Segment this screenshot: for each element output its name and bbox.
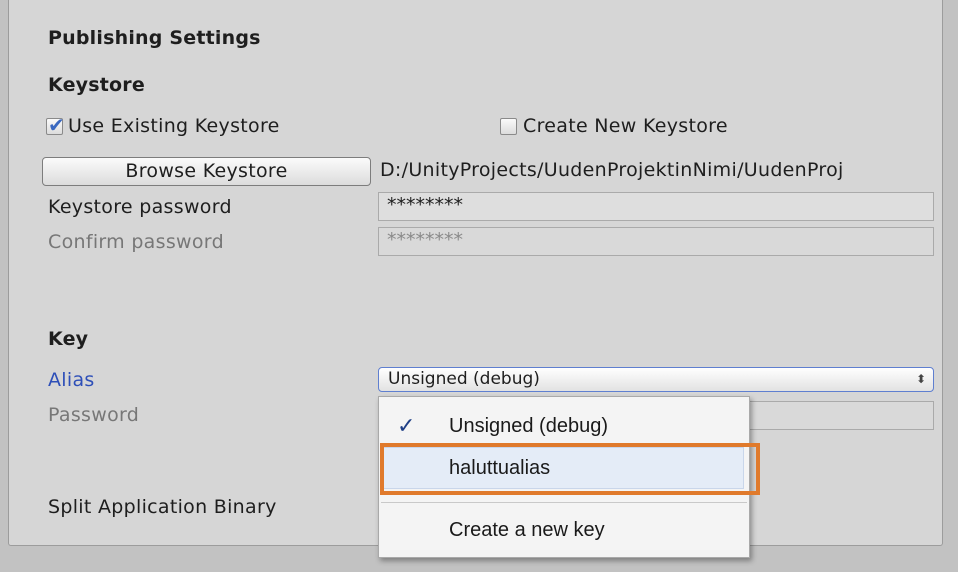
use-existing-keystore-checkbox[interactable]: ✔ bbox=[46, 113, 65, 137]
keystore-heading: Keystore bbox=[48, 74, 145, 96]
split-application-binary-label: Split Application Binary bbox=[48, 496, 277, 518]
keystore-password-field[interactable]: ******** bbox=[378, 192, 934, 221]
publishing-settings-title: Publishing Settings bbox=[48, 27, 261, 49]
menu-separator bbox=[381, 502, 747, 503]
create-new-keystore-label[interactable]: Create New Keystore bbox=[523, 115, 728, 137]
create-new-keystore-checkbox[interactable] bbox=[500, 118, 517, 135]
alias-dropdown-value: Unsigned (debug) bbox=[388, 369, 540, 389]
confirm-password-label: Confirm password bbox=[48, 231, 224, 253]
key-heading: Key bbox=[48, 328, 89, 350]
highlight-callout-box bbox=[380, 443, 760, 495]
checkmark-icon: ✔ bbox=[48, 113, 65, 137]
confirm-password-field[interactable]: ******** bbox=[378, 227, 934, 256]
keystore-password-label: Keystore password bbox=[48, 196, 232, 218]
alias-dropdown[interactable]: Unsigned (debug) ⬍ bbox=[378, 367, 934, 392]
updown-arrows-icon: ⬍ bbox=[915, 372, 926, 386]
checkmark-icon: ✓ bbox=[397, 413, 416, 438]
menu-item-create-new-key[interactable]: Create a new key bbox=[449, 519, 605, 542]
alias-label: Alias bbox=[48, 369, 95, 391]
menu-item-unsigned-debug[interactable]: Unsigned (debug) bbox=[449, 415, 608, 438]
key-password-label: Password bbox=[48, 404, 140, 426]
keystore-path: D:/UnityProjects/UudenProjektinNimi/Uude… bbox=[380, 159, 844, 181]
browse-keystore-button[interactable]: Browse Keystore bbox=[42, 157, 371, 186]
use-existing-keystore-label[interactable]: Use Existing Keystore bbox=[68, 115, 280, 137]
